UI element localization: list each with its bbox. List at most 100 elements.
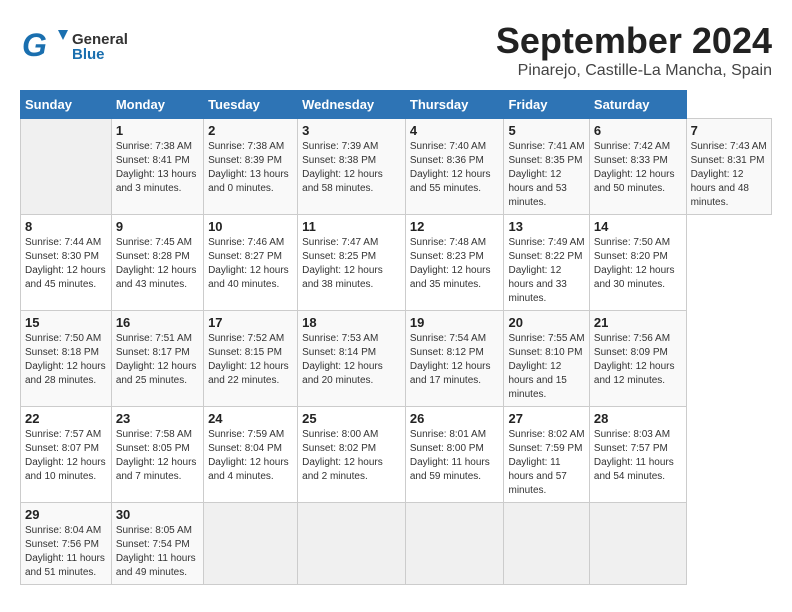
calendar-cell — [504, 503, 589, 585]
calendar-cell: 23 Sunrise: 7:58 AMSunset: 8:05 PMDayligh… — [111, 407, 203, 503]
title-block: September 2024 Pinarejo, Castille-La Man… — [496, 20, 772, 80]
day-info: Sunrise: 7:57 AMSunset: 8:07 PMDaylight:… — [25, 428, 107, 484]
page-subtitle: Pinarejo, Castille-La Mancha, Spain — [496, 62, 772, 80]
calendar-cell — [204, 503, 298, 585]
day-info: Sunrise: 7:43 AMSunset: 8:31 PMDaylight:… — [691, 140, 767, 210]
day-info: Sunrise: 7:41 AMSunset: 8:35 PMDaylight:… — [508, 140, 584, 210]
header-cell-friday: Friday — [504, 91, 589, 119]
calendar-cell: 28 Sunrise: 8:03 AMSunset: 7:57 PMDayligh… — [589, 407, 686, 503]
calendar-cell: 8 Sunrise: 7:44 AMSunset: 8:30 PMDaylight… — [21, 215, 112, 311]
day-info: Sunrise: 7:47 AMSunset: 8:25 PMDaylight:… — [302, 236, 401, 292]
header-cell-monday: Monday — [111, 91, 203, 119]
day-info: Sunrise: 7:48 AMSunset: 8:23 PMDaylight:… — [410, 236, 500, 292]
day-info: Sunrise: 7:55 AMSunset: 8:10 PMDaylight:… — [508, 332, 584, 402]
day-info: Sunrise: 7:56 AMSunset: 8:09 PMDaylight:… — [594, 332, 682, 388]
day-info: Sunrise: 7:46 AMSunset: 8:27 PMDaylight:… — [208, 236, 293, 292]
day-info: Sunrise: 7:49 AMSunset: 8:22 PMDaylight:… — [508, 236, 584, 306]
svg-text:G: G — [22, 27, 47, 63]
calendar-cell: 29 Sunrise: 8:04 AMSunset: 7:56 PMDayligh… — [21, 503, 112, 585]
week-row-4: 22Sunrise: 7:57 AMSunset: 8:07 PMDayligh… — [21, 407, 772, 503]
day-info: Sunrise: 8:04 AMSunset: 7:56 PMDaylight:… — [25, 524, 107, 580]
day-number: 28 — [594, 411, 682, 426]
page-title: September 2024 — [496, 20, 772, 62]
calendar-cell: 19 Sunrise: 7:54 AMSunset: 8:12 PMDayligh… — [405, 311, 504, 407]
day-number: 17 — [208, 315, 293, 330]
day-info: Sunrise: 7:51 AMSunset: 8:17 PMDaylight:… — [116, 332, 199, 388]
day-number: 19 — [410, 315, 500, 330]
logo-icon: G — [20, 20, 68, 73]
header-cell-saturday: Saturday — [589, 91, 686, 119]
calendar-cell: 21 Sunrise: 7:56 AMSunset: 8:09 PMDayligh… — [589, 311, 686, 407]
day-number: 29 — [25, 507, 107, 522]
calendar-cell: 16 Sunrise: 7:51 AMSunset: 8:17 PMDayligh… — [111, 311, 203, 407]
calendar-cell: 20Sunrise: 7:55 AMSunset: 8:10 PMDayligh… — [504, 311, 589, 407]
day-number: 23 — [116, 411, 199, 426]
calendar-cell: 4 Sunrise: 7:40 AMSunset: 8:36 PMDaylight… — [405, 119, 504, 215]
calendar-cell: 7Sunrise: 7:43 AMSunset: 8:31 PMDaylight… — [686, 119, 771, 215]
day-number: 15 — [25, 315, 107, 330]
day-number: 26 — [410, 411, 500, 426]
calendar-cell — [298, 503, 406, 585]
calendar-cell: 6Sunrise: 7:42 AMSunset: 8:33 PMDaylight… — [589, 119, 686, 215]
page-header: G General Blue September 2024 Pinarejo, … — [20, 20, 772, 80]
day-info: Sunrise: 8:00 AMSunset: 8:02 PMDaylight:… — [302, 428, 401, 484]
calendar-cell — [405, 503, 504, 585]
logo-general-text: General — [72, 32, 128, 47]
day-info: Sunrise: 7:52 AMSunset: 8:15 PMDaylight:… — [208, 332, 293, 388]
calendar-cell — [21, 119, 112, 215]
day-info: Sunrise: 7:50 AMSunset: 8:18 PMDaylight:… — [25, 332, 107, 388]
calendar-cell: 13 Sunrise: 7:49 AMSunset: 8:22 PMDayligh… — [504, 215, 589, 311]
week-row-2: 8 Sunrise: 7:44 AMSunset: 8:30 PMDaylight… — [21, 215, 772, 311]
calendar-cell: 3Sunrise: 7:39 AMSunset: 8:38 PMDaylight… — [298, 119, 406, 215]
day-info: Sunrise: 7:45 AMSunset: 8:28 PMDaylight:… — [116, 236, 199, 292]
day-number: 18 — [302, 315, 401, 330]
day-number: 16 — [116, 315, 199, 330]
day-number: 25 — [302, 411, 401, 426]
week-row-5: 29 Sunrise: 8:04 AMSunset: 7:56 PMDayligh… — [21, 503, 772, 585]
day-info: Sunrise: 7:44 AMSunset: 8:30 PMDaylight:… — [25, 236, 107, 292]
day-number: 8 — [25, 219, 107, 234]
day-info: Sunrise: 7:58 AMSunset: 8:05 PMDaylight:… — [116, 428, 199, 484]
day-info: Sunrise: 7:54 AMSunset: 8:12 PMDaylight:… — [410, 332, 500, 388]
day-info: Sunrise: 8:05 AMSunset: 7:54 PMDaylight:… — [116, 524, 199, 580]
logo-label: General Blue — [72, 32, 128, 62]
calendar-cell: 25 Sunrise: 8:00 AMSunset: 8:02 PMDayligh… — [298, 407, 406, 503]
calendar-table: SundayMondayTuesdayWednesdayThursdayFrid… — [20, 90, 772, 585]
day-info: Sunrise: 8:03 AMSunset: 7:57 PMDaylight:… — [594, 428, 682, 484]
day-number: 2 — [208, 123, 293, 138]
day-info: Sunrise: 8:01 AMSunset: 8:00 PMDaylight:… — [410, 428, 500, 484]
day-number: 12 — [410, 219, 500, 234]
calendar-cell: 15 Sunrise: 7:50 AMSunset: 8:18 PMDayligh… — [21, 311, 112, 407]
day-number: 11 — [302, 219, 401, 234]
day-info: Sunrise: 7:39 AMSunset: 8:38 PMDaylight:… — [302, 140, 401, 196]
day-number: 5 — [508, 123, 584, 138]
day-info: Sunrise: 7:40 AMSunset: 8:36 PMDaylight:… — [410, 140, 500, 196]
logo: G General Blue — [20, 20, 128, 73]
day-number: 1 — [116, 123, 199, 138]
day-number: 27 — [508, 411, 584, 426]
calendar-cell: 2 Sunrise: 7:38 AMSunset: 8:39 PMDaylight… — [204, 119, 298, 215]
week-row-1: 1Sunrise: 7:38 AMSunset: 8:41 PMDaylight… — [21, 119, 772, 215]
day-info: Sunrise: 7:59 AMSunset: 8:04 PMDaylight:… — [208, 428, 293, 484]
calendar-cell: 11 Sunrise: 7:47 AMSunset: 8:25 PMDayligh… — [298, 215, 406, 311]
day-number: 4 — [410, 123, 500, 138]
calendar-cell: 1Sunrise: 7:38 AMSunset: 8:41 PMDaylight… — [111, 119, 203, 215]
calendar-cell: 17 Sunrise: 7:52 AMSunset: 8:15 PMDayligh… — [204, 311, 298, 407]
calendar-cell: 14Sunrise: 7:50 AMSunset: 8:20 PMDayligh… — [589, 215, 686, 311]
day-number: 9 — [116, 219, 199, 234]
day-info: Sunrise: 7:38 AMSunset: 8:39 PMDaylight:… — [208, 140, 293, 196]
day-number: 21 — [594, 315, 682, 330]
calendar-cell: 12 Sunrise: 7:48 AMSunset: 8:23 PMDayligh… — [405, 215, 504, 311]
day-number: 24 — [208, 411, 293, 426]
day-info: Sunrise: 7:53 AMSunset: 8:14 PMDaylight:… — [302, 332, 401, 388]
calendar-cell: 24 Sunrise: 7:59 AMSunset: 8:04 PMDayligh… — [204, 407, 298, 503]
calendar-cell: 5 Sunrise: 7:41 AMSunset: 8:35 PMDaylight… — [504, 119, 589, 215]
calendar-cell: 27Sunrise: 8:02 AMSunset: 7:59 PMDayligh… — [504, 407, 589, 503]
header-cell-sunday: Sunday — [21, 91, 112, 119]
day-number: 10 — [208, 219, 293, 234]
calendar-cell: 18 Sunrise: 7:53 AMSunset: 8:14 PMDayligh… — [298, 311, 406, 407]
day-number: 13 — [508, 219, 584, 234]
calendar-body: 1Sunrise: 7:38 AMSunset: 8:41 PMDaylight… — [21, 119, 772, 585]
day-number: 14 — [594, 219, 682, 234]
calendar-cell: 26 Sunrise: 8:01 AMSunset: 8:00 PMDayligh… — [405, 407, 504, 503]
